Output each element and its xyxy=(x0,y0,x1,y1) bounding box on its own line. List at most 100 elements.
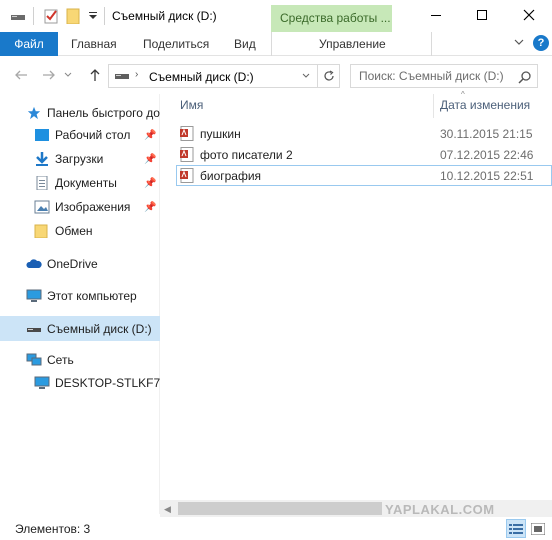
file-date: 10.12.2015 22:51 xyxy=(440,169,534,183)
pin-icon[interactable]: 📌 xyxy=(144,178,156,189)
file-row[interactable]: фото писатели 2 07.12.2015 22:46 xyxy=(176,144,552,165)
chevron-down-icon xyxy=(302,73,310,78)
file-row[interactable]: биография 10.12.2015 22:51 xyxy=(176,165,552,186)
nav-label: Сеть xyxy=(47,353,74,367)
details-view-icon xyxy=(509,523,523,534)
recent-locations-button[interactable] xyxy=(62,66,74,84)
refresh-icon xyxy=(323,70,334,81)
tab-home[interactable]: Главная xyxy=(71,37,117,51)
column-header-date[interactable]: Дата изменения xyxy=(440,98,530,112)
nav-documents[interactable]: Документы 📌 xyxy=(0,172,160,194)
new-folder-icon[interactable] xyxy=(66,8,82,24)
search-input[interactable] xyxy=(351,65,513,87)
downloads-icon xyxy=(36,152,48,166)
breadcrumb-chevron-icon[interactable]: › xyxy=(135,69,138,80)
pin-icon[interactable]: 📌 xyxy=(144,130,156,141)
chevron-down-icon xyxy=(514,39,524,45)
separator xyxy=(104,7,105,25)
network-icon xyxy=(26,353,42,366)
pictures-icon xyxy=(34,200,50,214)
arrow-right-icon xyxy=(43,70,55,80)
close-button[interactable] xyxy=(506,0,552,30)
large-icons-view-icon xyxy=(531,522,545,535)
pin-icon[interactable]: 📌 xyxy=(144,154,156,165)
nav-desktop[interactable]: Рабочий стол 📌 xyxy=(0,124,160,146)
navigation-pane: Панель быстрого до Рабочий стол 📌 Загруз… xyxy=(0,94,160,514)
minimize-button[interactable] xyxy=(413,0,459,30)
file-date: 30.11.2015 21:15 xyxy=(440,127,533,141)
nav-label: Съемный диск (D:) xyxy=(47,321,152,336)
close-icon xyxy=(523,9,535,21)
tab-file[interactable]: Файл xyxy=(0,32,58,56)
search-icon[interactable] xyxy=(518,70,532,84)
chevron-down-icon xyxy=(64,72,72,77)
minimize-icon xyxy=(431,15,441,16)
nav-label: Панель быстрого до xyxy=(47,106,160,120)
nav-network-computer[interactable]: DESKTOP-STLKF7P xyxy=(0,372,160,394)
details-view-button[interactable] xyxy=(506,519,526,538)
column-header-name[interactable]: Имя xyxy=(180,98,203,112)
nav-label: Изображения xyxy=(55,200,131,214)
nav-label: Загрузки xyxy=(55,152,104,166)
nav-this-pc[interactable]: Этот компьютер xyxy=(0,285,160,307)
nav-folder-exchange[interactable]: Обмен xyxy=(0,220,160,242)
tab-share[interactable]: Поделиться xyxy=(143,37,209,51)
customize-toolbar-icon[interactable] xyxy=(86,8,102,24)
address-history-button[interactable] xyxy=(301,70,311,84)
computer-icon xyxy=(34,376,50,389)
arrow-left-icon xyxy=(15,70,27,80)
large-icons-view-button[interactable] xyxy=(528,519,548,538)
back-button[interactable] xyxy=(12,66,30,84)
file-row[interactable]: пушкин 30.11.2015 21:15 xyxy=(176,123,552,144)
documents-icon xyxy=(36,176,48,190)
properties-icon[interactable] xyxy=(43,8,59,24)
maximize-icon xyxy=(477,10,487,20)
nav-label: Документы xyxy=(55,176,117,190)
window-title: Съемный диск (D:) xyxy=(112,9,217,23)
pin-icon[interactable]: 📌 xyxy=(144,202,156,213)
nav-downloads[interactable]: Загрузки 📌 xyxy=(0,148,160,170)
forward-button[interactable] xyxy=(40,66,58,84)
tab-view[interactable]: Вид xyxy=(234,37,256,51)
pdf-file-icon xyxy=(180,168,194,183)
file-name: пушкин xyxy=(200,127,241,141)
drive-icon xyxy=(27,327,41,332)
nav-label: Этот компьютер xyxy=(47,289,137,303)
items-count: Элементов: 3 xyxy=(15,522,91,536)
help-icon[interactable]: ? xyxy=(533,35,549,51)
up-button[interactable] xyxy=(86,66,104,84)
scroll-left-icon[interactable]: ◀ xyxy=(164,504,171,515)
address-path: Съемный диск (D:) xyxy=(149,70,254,84)
refresh-button[interactable] xyxy=(317,65,339,87)
arrow-up-icon xyxy=(90,69,100,81)
pdf-file-icon xyxy=(180,147,194,162)
nav-quick-access[interactable]: Панель быстрого до xyxy=(0,102,160,124)
cloud-icon xyxy=(26,259,42,268)
separator xyxy=(33,7,34,25)
file-date: 07.12.2015 22:46 xyxy=(440,148,534,162)
ribbon-tabs: Файл Главная Поделиться Вид Управление ? xyxy=(0,32,552,56)
nav-label: Рабочий стол xyxy=(55,128,131,142)
computer-icon xyxy=(26,289,42,302)
nav-network[interactable]: Сеть xyxy=(0,349,160,371)
tab-manage[interactable]: Управление xyxy=(319,37,386,51)
expand-ribbon-button[interactable] xyxy=(512,35,526,49)
drive-icon xyxy=(11,15,25,20)
search-box xyxy=(350,64,538,88)
star-icon xyxy=(27,106,41,120)
scrollbar-thumb[interactable] xyxy=(178,502,382,515)
maximize-button[interactable] xyxy=(459,0,505,30)
nav-pictures[interactable]: Изображения 📌 xyxy=(0,196,160,218)
nav-onedrive[interactable]: OneDrive xyxy=(0,253,160,275)
file-list: ^ Имя Дата изменения пушкин 30.11.2015 2… xyxy=(172,90,552,500)
file-name: фото писатели 2 xyxy=(200,148,293,162)
address-bar[interactable]: › Съемный диск (D:) xyxy=(108,64,340,88)
column-divider[interactable] xyxy=(433,94,434,118)
nav-label: Обмен xyxy=(55,224,93,238)
status-bar: Элементов: 3 xyxy=(0,517,552,540)
pdf-file-icon xyxy=(180,126,194,141)
file-name: биография xyxy=(200,169,262,183)
folder-icon xyxy=(34,224,48,238)
nav-removable-drive[interactable]: Съемный диск (D:) xyxy=(0,316,160,341)
desktop-icon xyxy=(35,129,49,141)
